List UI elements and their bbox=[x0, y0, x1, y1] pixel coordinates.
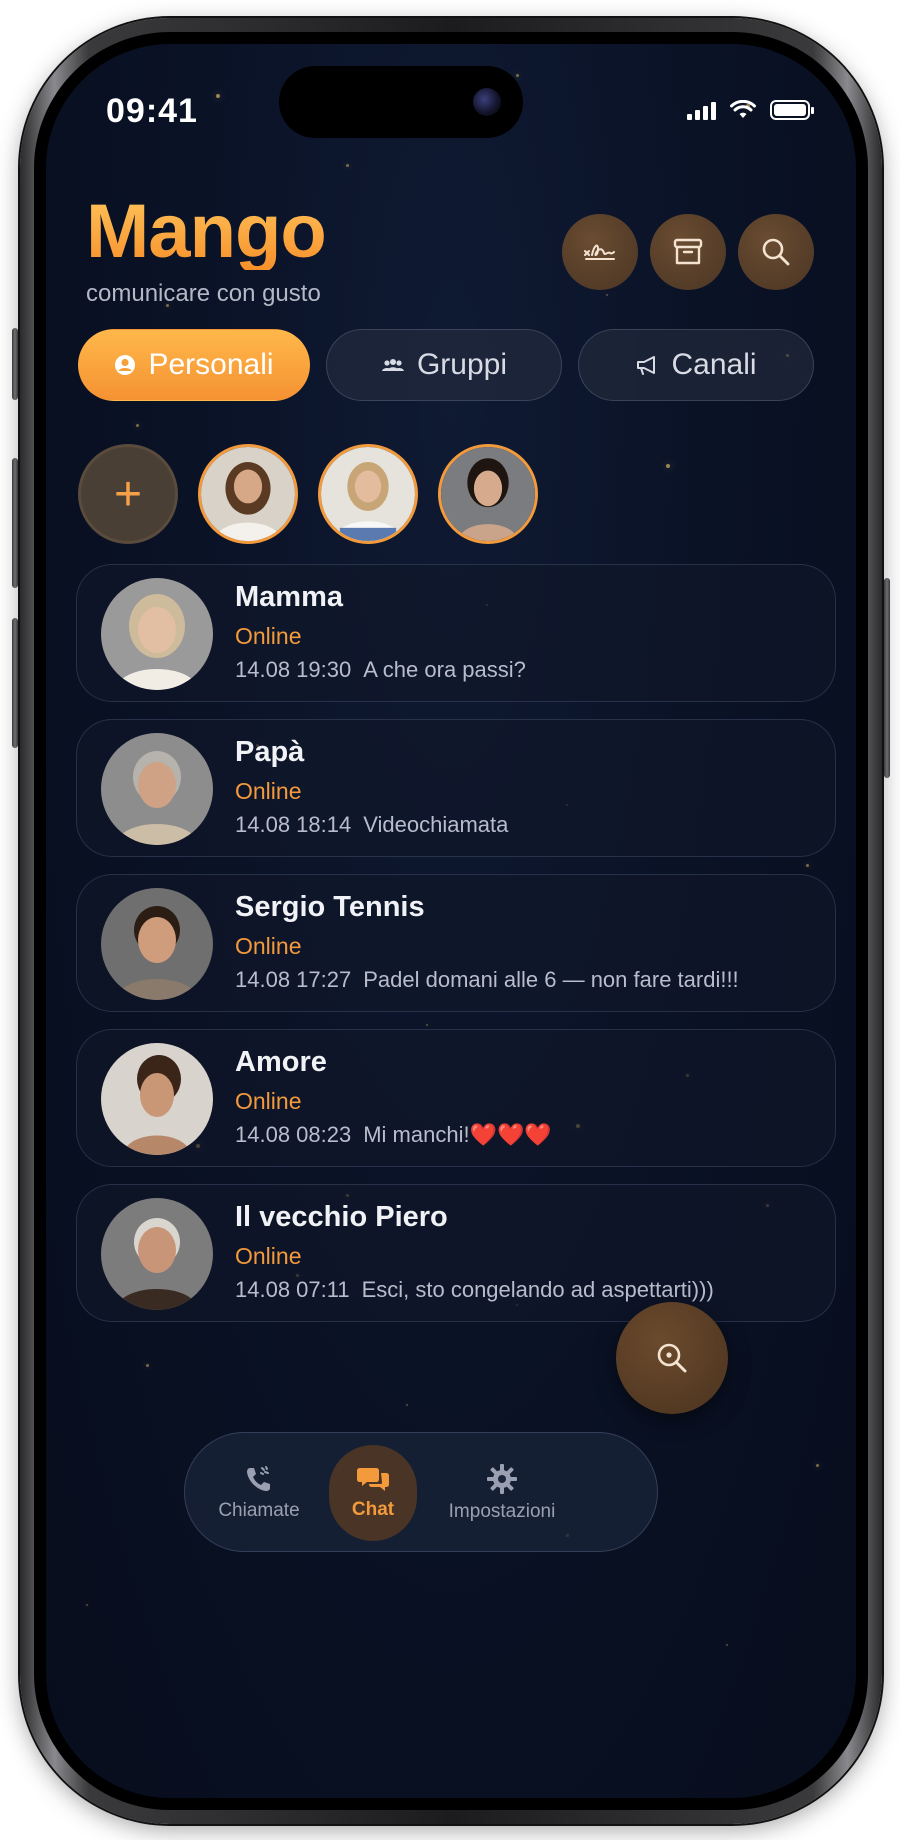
tab-label: Personali bbox=[148, 348, 274, 381]
tab-label: Gruppi bbox=[416, 348, 508, 381]
story-avatar[interactable] bbox=[438, 444, 538, 544]
chat-last-message: 14.08 07:11 Esci, sto congelando ad aspet… bbox=[235, 1277, 714, 1303]
screen: 09:41 Mango comunicare con gusto Persona… bbox=[46, 44, 856, 1798]
avatar bbox=[101, 1043, 213, 1155]
chat-status: Online bbox=[235, 623, 302, 649]
chat-message: Mi manchi!❤️❤️❤️ bbox=[363, 1122, 552, 1147]
wifi-icon bbox=[730, 100, 756, 118]
bottom-nav: Chiamate Chat Impostazioni bbox=[184, 1432, 658, 1552]
nav-impostazioni[interactable]: Impostazioni bbox=[437, 1445, 567, 1541]
volume-down-button bbox=[12, 618, 18, 748]
add-story-button[interactable]: + bbox=[78, 444, 178, 544]
chat-name: Mamma bbox=[235, 581, 343, 613]
gear-icon bbox=[487, 1464, 517, 1494]
action-button bbox=[12, 328, 18, 400]
dynamic-island bbox=[279, 66, 523, 138]
star-dot bbox=[516, 74, 519, 77]
signature-button[interactable] bbox=[562, 214, 638, 290]
star-dot bbox=[666, 464, 670, 468]
search-button[interactable] bbox=[738, 214, 814, 290]
chat-row[interactable]: Mamma Online 14.08 19:30 A che ora passi? bbox=[76, 564, 836, 702]
chat-status: Online bbox=[235, 1088, 302, 1114]
search-icon bbox=[762, 238, 790, 266]
signature-icon bbox=[584, 244, 615, 260]
avatar bbox=[101, 578, 213, 690]
chat-time: 14.08 19:30 bbox=[235, 657, 352, 682]
camera-icon bbox=[473, 88, 501, 116]
star-dot bbox=[606, 294, 608, 296]
chat-row[interactable]: Sergio Tennis Online 14.08 17:27 Padel doma… bbox=[76, 874, 836, 1012]
chat-icon bbox=[357, 1468, 389, 1491]
chat-message: Videochiamata bbox=[363, 812, 509, 837]
star-dot bbox=[346, 164, 349, 167]
story-avatar[interactable] bbox=[318, 444, 418, 544]
archive-button[interactable] bbox=[650, 214, 726, 290]
chat-last-message: 14.08 19:30 A che ora passi? bbox=[235, 657, 526, 683]
zoom-search-icon bbox=[657, 1343, 687, 1373]
star-dot bbox=[726, 1644, 728, 1646]
power-button bbox=[884, 578, 890, 778]
nav-label: Chat bbox=[351, 1499, 395, 1520]
chat-name: Sergio Tennis bbox=[235, 891, 425, 923]
tab-bar: Personali Gruppi Canali bbox=[78, 329, 814, 401]
chat-row[interactable]: Il vecchio Piero Online 14.08 07:11 Esci, s… bbox=[76, 1184, 836, 1322]
chat-message: Padel domani alle 6 — non fare tardi!!! bbox=[363, 967, 739, 992]
chat-status: Online bbox=[235, 778, 302, 804]
chat-time: 14.08 18:14 bbox=[235, 812, 352, 837]
chat-time: 14.08 08:23 bbox=[235, 1122, 352, 1147]
star-dot bbox=[136, 424, 139, 427]
chat-last-message: 14.08 08:23 Mi manchi!❤️❤️❤️ bbox=[235, 1122, 552, 1148]
stories-row: + bbox=[78, 444, 538, 544]
chat-time: 14.08 07:11 bbox=[235, 1277, 350, 1302]
chat-row[interactable]: Amore Online 14.08 08:23 Mi manchi!❤️❤️❤️ bbox=[76, 1029, 836, 1167]
story-avatar[interactable] bbox=[198, 444, 298, 544]
plus-icon: + bbox=[113, 467, 143, 521]
chat-status: Online bbox=[235, 1243, 302, 1269]
archive-icon bbox=[673, 238, 703, 265]
chat-name: Papà bbox=[235, 736, 305, 768]
avatar bbox=[101, 888, 213, 1000]
chat-message: A che ora passi? bbox=[363, 657, 526, 682]
chat-last-message: 14.08 18:14 Videochiamata bbox=[235, 812, 508, 838]
chat-name: Il vecchio Piero bbox=[235, 1201, 448, 1233]
nav-chiamate[interactable]: Chiamate bbox=[207, 1445, 311, 1541]
chat-row[interactable]: Papà Online 14.08 18:14 Videochiamata bbox=[76, 719, 836, 857]
megaphone-icon bbox=[637, 356, 656, 375]
avatar bbox=[101, 1198, 213, 1310]
star-dot bbox=[86, 1604, 88, 1606]
status-time: 09:41 bbox=[106, 92, 198, 130]
tab-canali[interactable]: Canali bbox=[578, 329, 814, 401]
volume-up-button bbox=[12, 458, 18, 588]
chat-time: 14.08 17:27 bbox=[235, 967, 352, 992]
star-dot bbox=[146, 1364, 149, 1367]
avatar bbox=[101, 733, 213, 845]
group-icon bbox=[381, 359, 404, 371]
tab-label: Canali bbox=[671, 348, 757, 381]
star-dot bbox=[406, 1404, 408, 1406]
tab-personali[interactable]: Personali bbox=[78, 329, 310, 401]
search-zoom-fab[interactable] bbox=[616, 1302, 728, 1414]
chat-message: Esci, sto congelando ad aspettarti))) bbox=[361, 1277, 714, 1302]
app-title: Mango bbox=[86, 189, 327, 274]
nav-label: Chiamate bbox=[218, 1500, 300, 1521]
chat-name: Amore bbox=[235, 1046, 327, 1078]
chat-last-message: 14.08 17:27 Padel domani alle 6 — non far… bbox=[235, 967, 739, 993]
star-dot bbox=[216, 94, 220, 98]
tab-gruppi[interactable]: Gruppi bbox=[326, 329, 562, 401]
nav-label: Impostazioni bbox=[448, 1501, 556, 1522]
battery-icon bbox=[770, 100, 814, 120]
app-subtitle: comunicare con gusto bbox=[86, 280, 321, 307]
signal-icon bbox=[687, 100, 716, 120]
phone-icon bbox=[247, 1466, 270, 1491]
chat-list: Mamma Online 14.08 19:30 A che ora passi? Pa… bbox=[76, 564, 836, 1339]
brand: Mango comunicare con gusto bbox=[86, 189, 327, 308]
person-icon bbox=[115, 355, 136, 375]
nav-chat[interactable]: Chat bbox=[329, 1445, 417, 1541]
star-dot bbox=[816, 1464, 819, 1467]
chat-status: Online bbox=[235, 933, 302, 959]
status-icons bbox=[687, 100, 814, 120]
